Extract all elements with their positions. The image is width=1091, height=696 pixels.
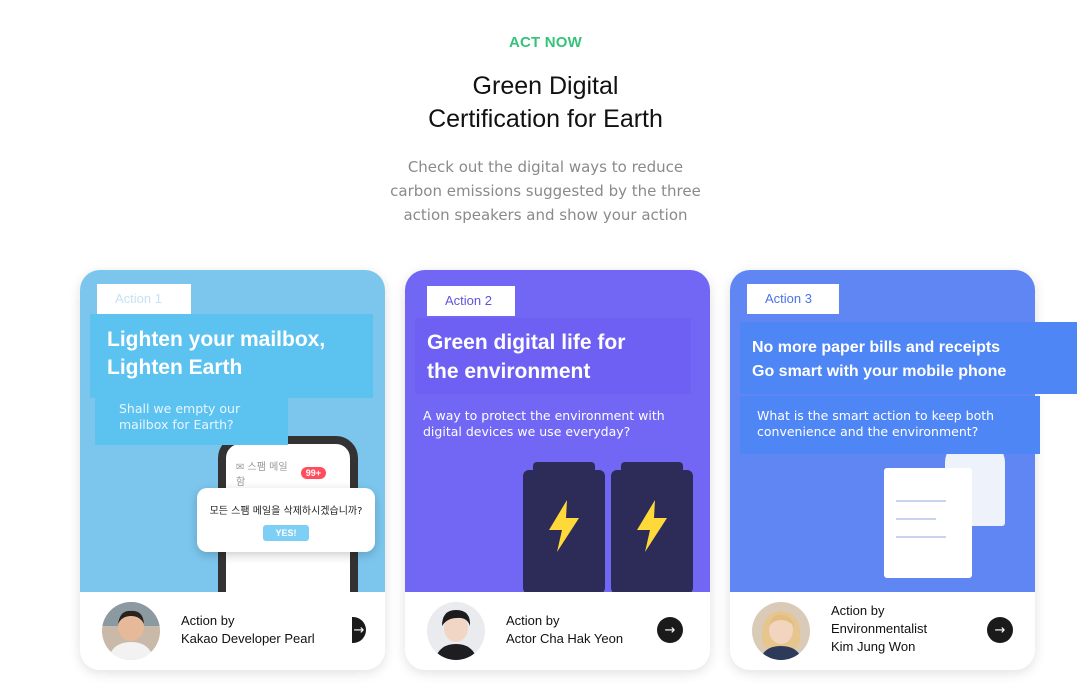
action-credit: Action by Actor Cha Hak Yeon xyxy=(506,612,623,648)
action-card-1[interactable]: ✉ 스팸 메일함 99+ 모든 스팸 메일을 삭제하시겠습니까? YES! Ac… xyxy=(80,270,385,670)
credit-line2: Actor Cha Hak Yeon xyxy=(506,631,624,646)
card-2-footer: Action by Actor Cha Hak Yeon → xyxy=(405,592,710,670)
description-line1: Shall we empty our xyxy=(119,401,241,416)
subtitle-line2: carbon emissions suggested by the three xyxy=(390,182,701,200)
headline-line1: Green digital life for xyxy=(427,331,626,354)
description-line1: What is the smart action to keep both xyxy=(757,408,995,423)
dialog-question: 모든 스팸 메일을 삭제하시겠습니까? xyxy=(209,506,363,517)
subtitle-line1: Check out the digital ways to reduce xyxy=(407,158,684,176)
headline-line1: Lighten your mailbox, xyxy=(107,328,326,351)
credit-line1: Action by xyxy=(831,603,885,618)
card-2-visual: Action 2 Green digital life for the envi… xyxy=(405,270,710,592)
dialog-yes-button: YES! xyxy=(263,525,309,541)
description-line2: mailbox for Earth? xyxy=(119,417,234,432)
spam-mailbox-label: ✉ 스팸 메일함 xyxy=(236,462,288,488)
card-description: Shall we empty our mailbox for Earth? xyxy=(95,397,288,445)
card-3-footer: Action by Environmentalist Kim Jung Won … xyxy=(730,592,1035,670)
credit-line2: Kakao Developer Pearl xyxy=(181,631,315,646)
card-headline: Green digital life for the environment xyxy=(415,318,691,394)
lightning-icon xyxy=(637,500,667,552)
page-title-line2: Certification for Earth xyxy=(428,105,663,133)
eyebrow-label: ACT NOW xyxy=(508,34,583,51)
avatar xyxy=(102,602,160,660)
receipt-illustration xyxy=(884,468,972,578)
action-tag: Action 1 xyxy=(97,284,191,314)
headline-line1: No more paper bills and receipts xyxy=(752,339,1001,356)
arrow-right-icon[interactable]: → xyxy=(657,617,683,643)
action-credit: Action by Kakao Developer Pearl xyxy=(181,612,315,648)
action-card-3[interactable]: Action 3 No more paper bills and receipt… xyxy=(730,270,1077,670)
card-1-footer: Action by Kakao Developer Pearl → xyxy=(80,592,385,670)
card-headline: No more paper bills and receipts Go smar… xyxy=(740,322,1077,394)
battery-icon xyxy=(611,462,693,592)
card-1-visual: ✉ 스팸 메일함 99+ 모든 스팸 메일을 삭제하시겠습니까? YES! Ac… xyxy=(80,270,385,592)
card-headline: Lighten your mailbox, Lighten Earth xyxy=(90,314,373,398)
avatar xyxy=(427,602,485,660)
action-tag: Action 3 xyxy=(747,284,839,314)
card-description: What is the smart action to keep both co… xyxy=(740,396,1040,454)
page-subtitle: Check out the digital ways to reduce car… xyxy=(0,155,1091,227)
action-credit: Action by Environmentalist Kim Jung Won xyxy=(831,602,927,656)
credit-line2: Environmentalist xyxy=(831,621,928,636)
description-line2: digital devices we use everyday? xyxy=(423,424,631,439)
avatar xyxy=(752,602,810,660)
page-title-line1: Green Digital xyxy=(472,72,619,100)
action-card-2[interactable]: Action 2 Green digital life for the envi… xyxy=(405,270,710,670)
spam-count-badge: 99+ xyxy=(300,467,326,479)
subtitle-line3: action speakers and show your action xyxy=(403,206,688,224)
arrow-right-icon[interactable]: → xyxy=(352,617,366,643)
headline-line2: Go smart with your mobile phone xyxy=(752,363,1007,380)
headline-line2: Lighten Earth xyxy=(107,356,243,379)
lightning-icon xyxy=(549,500,579,552)
page-title: Green Digital Certification for Earth xyxy=(0,70,1091,136)
arrow-right-icon[interactable]: → xyxy=(987,617,1013,643)
description-line1: A way to protect the environment with xyxy=(423,408,665,423)
credit-line1: Action by xyxy=(181,613,235,628)
credit-line3: Kim Jung Won xyxy=(831,639,916,654)
headline-line2: the environment xyxy=(427,360,591,383)
spam-mailbox-bar: ✉ 스팸 메일함 99+ xyxy=(236,462,326,488)
battery-icon xyxy=(523,462,605,592)
card-description: A way to protect the environment with di… xyxy=(415,408,705,448)
description-line2: convenience and the environment? xyxy=(757,424,979,439)
action-tag: Action 2 xyxy=(427,286,515,316)
credit-line1: Action by xyxy=(506,613,560,628)
delete-dialog-illustration: 모든 스팸 메일을 삭제하시겠습니까? YES! xyxy=(197,488,375,552)
